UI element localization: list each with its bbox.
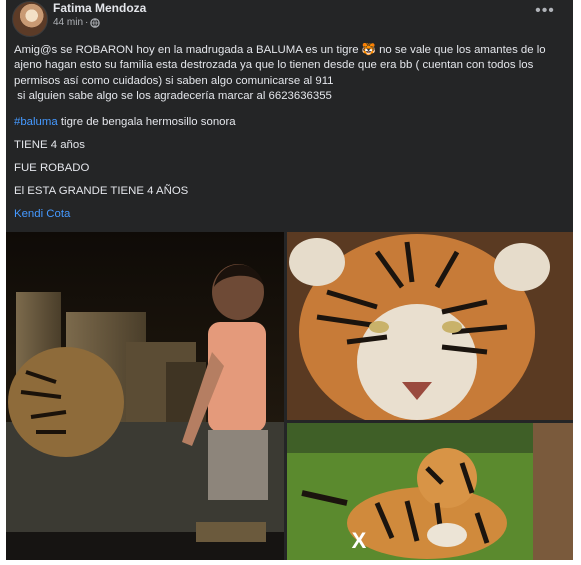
post-meta: 44 min ·	[53, 17, 101, 28]
post-card: Fatima Mendoza 44 min · ••• Amig@s se RO…	[6, 0, 573, 560]
close-icon[interactable]: X	[346, 528, 372, 554]
mention-link[interactable]: Kendi Cota	[14, 208, 70, 220]
hashtag-text: tigre de bengala hermosillo sonora	[57, 116, 236, 128]
hashtag-link[interactable]: #baluma	[14, 116, 58, 128]
photo-woman-with-tiger[interactable]	[6, 232, 284, 560]
photo-tiger-face[interactable]	[287, 232, 573, 420]
author-avatar[interactable]	[12, 1, 48, 37]
more-options-icon[interactable]: •••	[533, 2, 557, 26]
hashtag-line: #baluma tigre de bengala hermosillo sono…	[14, 116, 236, 128]
big-line: El ESTA GRANDE TIENE 4 AÑOS	[14, 185, 189, 197]
photo-gallery	[6, 232, 573, 560]
post-text-main: Amig@s se ROBARON hoy en la madrugada a …	[14, 44, 549, 87]
post-body: Amig@s se ROBARON hoy en la madrugada a …	[14, 43, 562, 105]
post-text-phone: si alguien sabe algo se los agradecería …	[14, 90, 332, 103]
author-name[interactable]: Fatima Mendoza	[53, 1, 146, 15]
post-time[interactable]: 44 min	[53, 17, 83, 28]
globe-icon	[90, 17, 101, 28]
photo-tiger-on-grass[interactable]	[287, 423, 573, 560]
post-header: Fatima Mendoza 44 min · •••	[6, 0, 573, 37]
meta-separator: ·	[85, 17, 89, 28]
stolen-line: FUE ROBADO	[14, 162, 90, 174]
age-line: TIENE 4 años	[14, 139, 85, 151]
